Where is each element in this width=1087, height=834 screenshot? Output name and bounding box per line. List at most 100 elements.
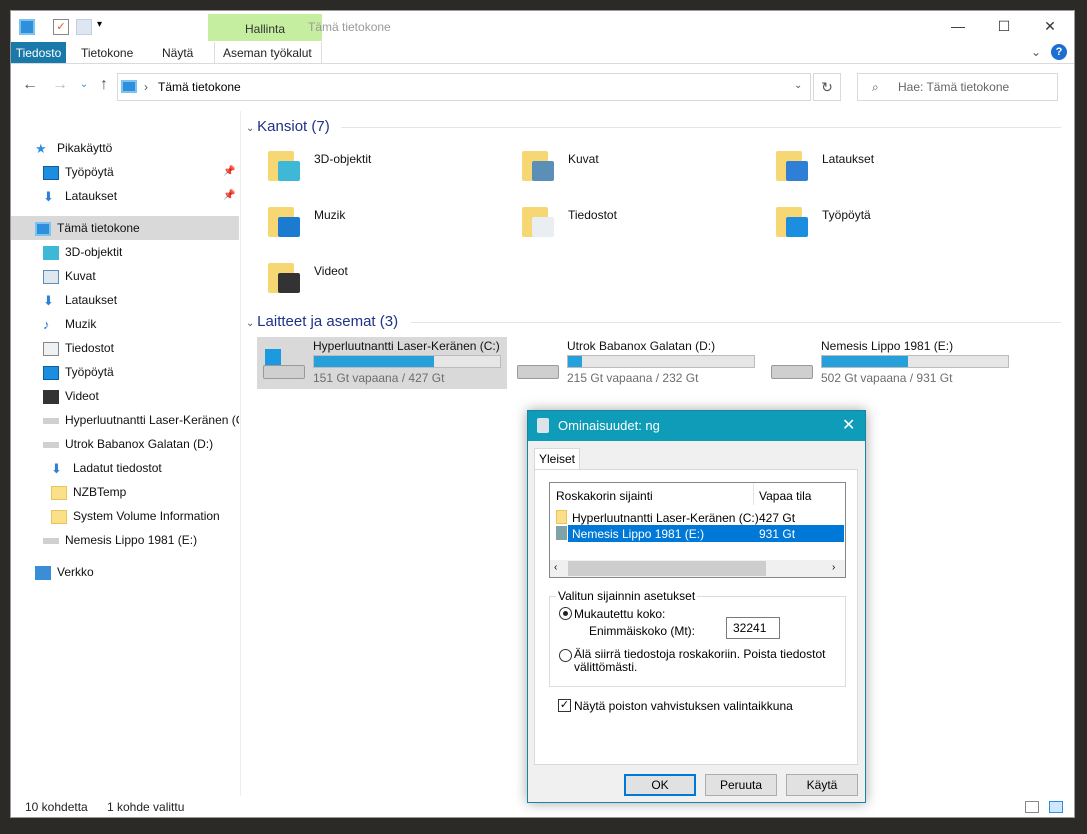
close-button[interactable]: ✕ <box>1027 11 1073 41</box>
recent-locations-button[interactable]: ⌄ <box>73 73 95 97</box>
ribbon-divider <box>11 63 1074 64</box>
nav-item-label: Videot <box>65 389 99 403</box>
dialog-title: Ominaisuudet: ng <box>558 418 660 433</box>
pin-icon[interactable]: 📌 <box>223 184 235 208</box>
folder-icon <box>51 485 67 500</box>
breadcrumb-separator[interactable]: › <box>144 80 148 94</box>
drive-item[interactable]: Nemesis Lippo 1981 (E:) 502 Gt vapaana / … <box>765 337 1015 389</box>
details-view-icon[interactable] <box>1025 801 1039 813</box>
computer-icon[interactable] <box>19 19 35 35</box>
tab-yleiset[interactable]: Yleiset <box>534 448 580 470</box>
pin-icon[interactable]: 📌 <box>223 160 235 184</box>
nav-item[interactable]: Verkko <box>11 560 239 584</box>
search-input[interactable]: ⌕ Hae: Tämä tietokone <box>857 73 1058 101</box>
radio-checked[interactable] <box>559 607 572 620</box>
nav-item[interactable]: Kuvat <box>11 264 239 288</box>
checkbox-checked[interactable]: ✓ <box>558 699 571 712</box>
forward-button[interactable]: → <box>49 73 71 97</box>
ok-button[interactable]: OK <box>624 774 696 796</box>
custom-size-label: Mukautettu koko: <box>574 607 666 621</box>
tab-tietokone[interactable]: Tietokone <box>73 42 141 64</box>
folder-label: Työpöytä <box>822 208 871 222</box>
group-title: Valitun sijainnin asetukset <box>556 589 698 603</box>
customize-toolbar-icon[interactable]: ▾ <box>97 19 102 30</box>
location-list[interactable]: Roskakorin sijainti Vapaa tila Hyperluut… <box>549 482 846 578</box>
list-row[interactable]: Hyperluutnantti Laser-Keränen (C:) 427 G… <box>556 509 844 525</box>
row-space: 931 Gt <box>759 527 796 541</box>
nav-item[interactable]: ⬇ Ladatut tiedostot <box>11 456 239 480</box>
folder-item[interactable]: 3D-objektit <box>268 147 508 193</box>
column-header-location[interactable]: Roskakorin sijainti <box>556 489 653 503</box>
help-icon[interactable]: ? <box>1051 44 1067 60</box>
folder-label: Lataukset <box>822 152 875 166</box>
max-size-label: Enimmäiskoko (Mt): <box>589 624 696 638</box>
computer-icon <box>121 80 137 93</box>
folder-label: 3D-objektit <box>314 152 372 166</box>
nav-item[interactable]: Tämä tietokone <box>11 216 239 240</box>
nav-item[interactable]: Utrok Babanox Galatan (D:) <box>11 432 239 456</box>
drive-usage-bar <box>821 355 1009 368</box>
nav-item[interactable]: System Volume Information <box>11 504 239 528</box>
nav-item-label: NZBTemp <box>73 485 127 499</box>
up-button[interactable]: ↑ <box>93 73 115 97</box>
nav-item-label: Tämä tietokone <box>57 221 140 235</box>
tab-tiedosto[interactable]: Tiedosto <box>11 42 66 64</box>
dialog-close-button[interactable]: ✕ <box>842 411 855 441</box>
selection-count: 1 kohde valittu <box>107 800 185 814</box>
nav-item[interactable]: Työpöytä 📌 <box>11 160 239 184</box>
address-bar[interactable]: › Tämä tietokone ⌄ <box>117 73 811 101</box>
folder-item[interactable]: Työpöytä <box>776 203 1016 249</box>
folder-item[interactable]: Lataukset <box>776 147 1016 193</box>
drive-item[interactable]: Utrok Babanox Galatan (D:) 215 Gt vapaana… <box>511 337 761 389</box>
drive-usage-bar <box>313 355 501 368</box>
section-drives[interactable]: ⌄ Laitteet ja asemat (3) <box>246 313 398 330</box>
properties-icon[interactable]: ✓ <box>53 19 69 35</box>
scroll-left-icon[interactable]: ‹ <box>554 562 557 573</box>
section-folders[interactable]: ⌄ Kansiot (7) <box>246 118 330 135</box>
search-placeholder: Hae: Tämä tietokone <box>898 80 1010 94</box>
nav-item[interactable]: Tiedostot <box>11 336 239 360</box>
cancel-button[interactable]: Peruuta <box>705 774 777 796</box>
item-count: 10 kohdetta <box>25 800 88 814</box>
nav-item[interactable]: Työpöytä <box>11 360 239 384</box>
nav-item[interactable]: ⬇ Lataukset 📌 <box>11 184 239 208</box>
expand-ribbon-icon[interactable]: ⌄ <box>1031 45 1041 59</box>
folder-item[interactable]: Tiedostot <box>522 203 762 249</box>
nav-item[interactable]: ⬇ Lataukset <box>11 288 239 312</box>
nav-item[interactable]: Nemesis Lippo 1981 (E:) <box>11 528 239 552</box>
refresh-button[interactable]: ↻ <box>813 73 841 101</box>
folder-item[interactable]: Kuvat <box>522 147 762 193</box>
column-header-space[interactable]: Vapaa tila <box>759 489 811 503</box>
drive-folder-icon <box>556 510 567 524</box>
radio-unchecked[interactable] <box>559 649 572 662</box>
nav-item[interactable]: ♪ Muzik <box>11 312 239 336</box>
breadcrumb-this-pc[interactable]: Tämä tietokone <box>158 80 241 94</box>
folder-item[interactable]: Muzik <box>268 203 508 249</box>
new-folder-icon[interactable] <box>76 19 92 35</box>
folder-icon <box>268 259 304 293</box>
nav-item-label: Muzik <box>65 317 97 331</box>
drive-item[interactable]: Hyperluutnantti Laser-Keränen (C:) 151 Gt… <box>257 337 507 389</box>
cube-icon <box>43 245 59 260</box>
list-row-selected[interactable]: Nemesis Lippo 1981 (E:) 931 Gt <box>556 525 844 542</box>
large-icons-view-icon[interactable] <box>1049 801 1063 813</box>
tab-nayta[interactable]: Näytä <box>154 42 201 64</box>
address-dropdown-icon[interactable]: ⌄ <box>794 80 802 91</box>
nav-item[interactable]: 3D-objektit <box>11 240 239 264</box>
tab-aseman-tyokalut[interactable]: Aseman työkalut <box>214 42 322 64</box>
max-size-input[interactable] <box>726 617 780 639</box>
scroll-right-icon[interactable]: › <box>832 562 835 573</box>
minimize-button[interactable]: — <box>935 11 981 41</box>
nav-item[interactable]: Hyperluutnantti Laser-Keränen (C:) <box>11 408 239 432</box>
scroll-thumb[interactable] <box>568 561 766 576</box>
nav-item[interactable]: NZBTemp <box>11 480 239 504</box>
nav-item-label: Nemesis Lippo 1981 (E:) <box>65 533 198 547</box>
back-button[interactable]: ← <box>19 73 41 97</box>
apply-button[interactable]: Käytä <box>786 774 858 796</box>
tab-hallinta[interactable]: Hallinta <box>208 14 322 41</box>
horizontal-scrollbar[interactable]: ‹ › <box>550 560 845 577</box>
nav-item[interactable]: Videot <box>11 384 239 408</box>
maximize-button[interactable]: ☐ <box>981 11 1027 41</box>
folder-item[interactable]: Videot <box>268 259 508 305</box>
nav-item[interactable]: ★ Pikakäyttö <box>11 136 239 160</box>
